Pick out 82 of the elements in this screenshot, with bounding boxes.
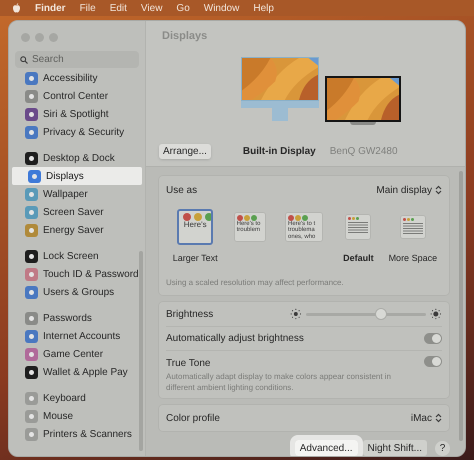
sidebar-label: Screen Saver [43, 206, 104, 220]
use-as-dropdown[interactable]: Main display [376, 182, 442, 198]
brightness-label: Brightness [166, 308, 214, 322]
search-input[interactable]: Search [32, 52, 132, 67]
arrange-button[interactable]: Arrange... [159, 144, 211, 159]
resolution-option[interactable] [345, 214, 372, 240]
sidebar-item[interactable]: Game Center [9, 345, 145, 363]
app-menu[interactable]: Finder [35, 0, 66, 16]
resolution-option[interactable]: Here's [177, 208, 214, 245]
resolution-label: More Space [388, 252, 438, 265]
chevrons-icon [435, 413, 442, 424]
monitor-drawing[interactable] [324, 76, 400, 126]
resolution-option[interactable] [400, 214, 426, 239]
sidebar-label: Wallet & Apple Pay [43, 366, 128, 380]
sidebar-item[interactable]: Energy Saver [9, 221, 145, 239]
apple-icon[interactable] [12, 3, 21, 13]
color-profile-label: Color profile [166, 412, 220, 426]
sidebar-label: Siri & Spotlight [43, 108, 109, 122]
sidebar-label: Privacy & Security [43, 126, 124, 140]
menu-item[interactable]: Go [176, 0, 190, 16]
sidebar-label: Accessibility [43, 72, 98, 86]
sidebar-item[interactable]: Lock Screen [9, 247, 145, 265]
sidebar-item[interactable]: Passwords [9, 309, 145, 327]
sidebar-item[interactable]: Keyboard [9, 389, 145, 407]
imac-drawing[interactable] [240, 57, 318, 122]
sidebar-label: Printers & Scanners [43, 428, 132, 442]
sidebar-label: Internet Accounts [43, 330, 120, 344]
search-field[interactable]: Search [15, 51, 139, 68]
sidebar-item[interactable]: Users & Groups [9, 283, 145, 301]
sun-icon [290, 308, 302, 320]
sidebar-item[interactable]: Wallet & Apple Pay [9, 363, 145, 381]
slider-thumb[interactable] [375, 308, 388, 320]
sidebar-item[interactable]: Mouse [9, 407, 145, 425]
use-as-label: Use as [166, 184, 198, 198]
sidebar-label: Touch ID & Password [43, 268, 139, 282]
sidebar-item[interactable]: Touch ID & Password [9, 265, 145, 283]
sidebar-item[interactable]: Privacy & Security [9, 123, 145, 141]
resolution-label: Larger Text [172, 252, 218, 265]
resolution-label: Default [343, 252, 374, 265]
display-tab[interactable]: Built-in Display [242, 144, 316, 159]
sidebar-item[interactable]: Displays [12, 167, 142, 185]
sidebar-label: Control Center [43, 90, 108, 104]
sidebar-item[interactable]: Wallpaper [9, 185, 145, 203]
text-lines-icon [402, 222, 423, 236]
preview-text: Here's [184, 220, 207, 230]
sidebar-label: Displays [46, 170, 84, 184]
menu-item[interactable]: Help [253, 0, 274, 16]
resolution-note: Using a scaled resolution may affect performance. [166, 277, 345, 290]
sidebar-label: Mouse [43, 410, 74, 424]
toggle-switch[interactable] [424, 333, 442, 344]
sidebar-label: Keyboard [43, 392, 86, 406]
window-title: Displays [161, 28, 208, 44]
auto-brightness-label: Automatically adjust brightness [166, 332, 304, 346]
help-button[interactable]: ? [435, 440, 450, 456]
sidebar-item[interactable]: Printers & Scanners [9, 425, 145, 443]
sidebar-item[interactable]: Accessibility [9, 69, 145, 87]
color-profile-dropdown[interactable]: iMac [410, 410, 442, 426]
sidebar-label: Game Center [43, 348, 104, 362]
sidebar-label: Energy Saver [43, 224, 104, 238]
sun-icon [430, 308, 442, 320]
menu-item[interactable]: File [80, 0, 96, 16]
sidebar-item[interactable]: Siri & Spotlight [9, 105, 145, 123]
sidebar-item[interactable]: Desktop & Dock [9, 149, 145, 167]
sidebar-item[interactable]: Screen Saver [9, 203, 145, 221]
dialog-button[interactable]: Night Shift... [362, 440, 427, 456]
sidebar-label: Users & Groups [43, 286, 114, 300]
sidebar-label: Wallpaper [43, 188, 88, 202]
sidebar-label: Lock Screen [43, 250, 99, 264]
chevrons-icon [435, 185, 442, 196]
menu-item[interactable]: Edit [110, 0, 127, 16]
sidebar-label: Desktop & Dock [43, 152, 115, 166]
sidebar-label: Passwords [43, 312, 92, 326]
sidebar-item[interactable]: Control Center [9, 87, 145, 105]
menu-item[interactable]: Window [204, 0, 240, 16]
true-tone-label: True Tone [166, 357, 212, 372]
search-icon [20, 56, 28, 64]
text-lines-icon [348, 220, 368, 235]
dialog-button[interactable]: Advanced... [294, 440, 358, 456]
menu-item[interactable]: View [140, 0, 162, 16]
sidebar-item[interactable]: Internet Accounts [9, 327, 145, 345]
toggle-switch[interactable] [424, 356, 442, 368]
true-tone-description: Automatically adapt display to make colors appear consistent in different ambient lighting conditions. [166, 371, 392, 394]
